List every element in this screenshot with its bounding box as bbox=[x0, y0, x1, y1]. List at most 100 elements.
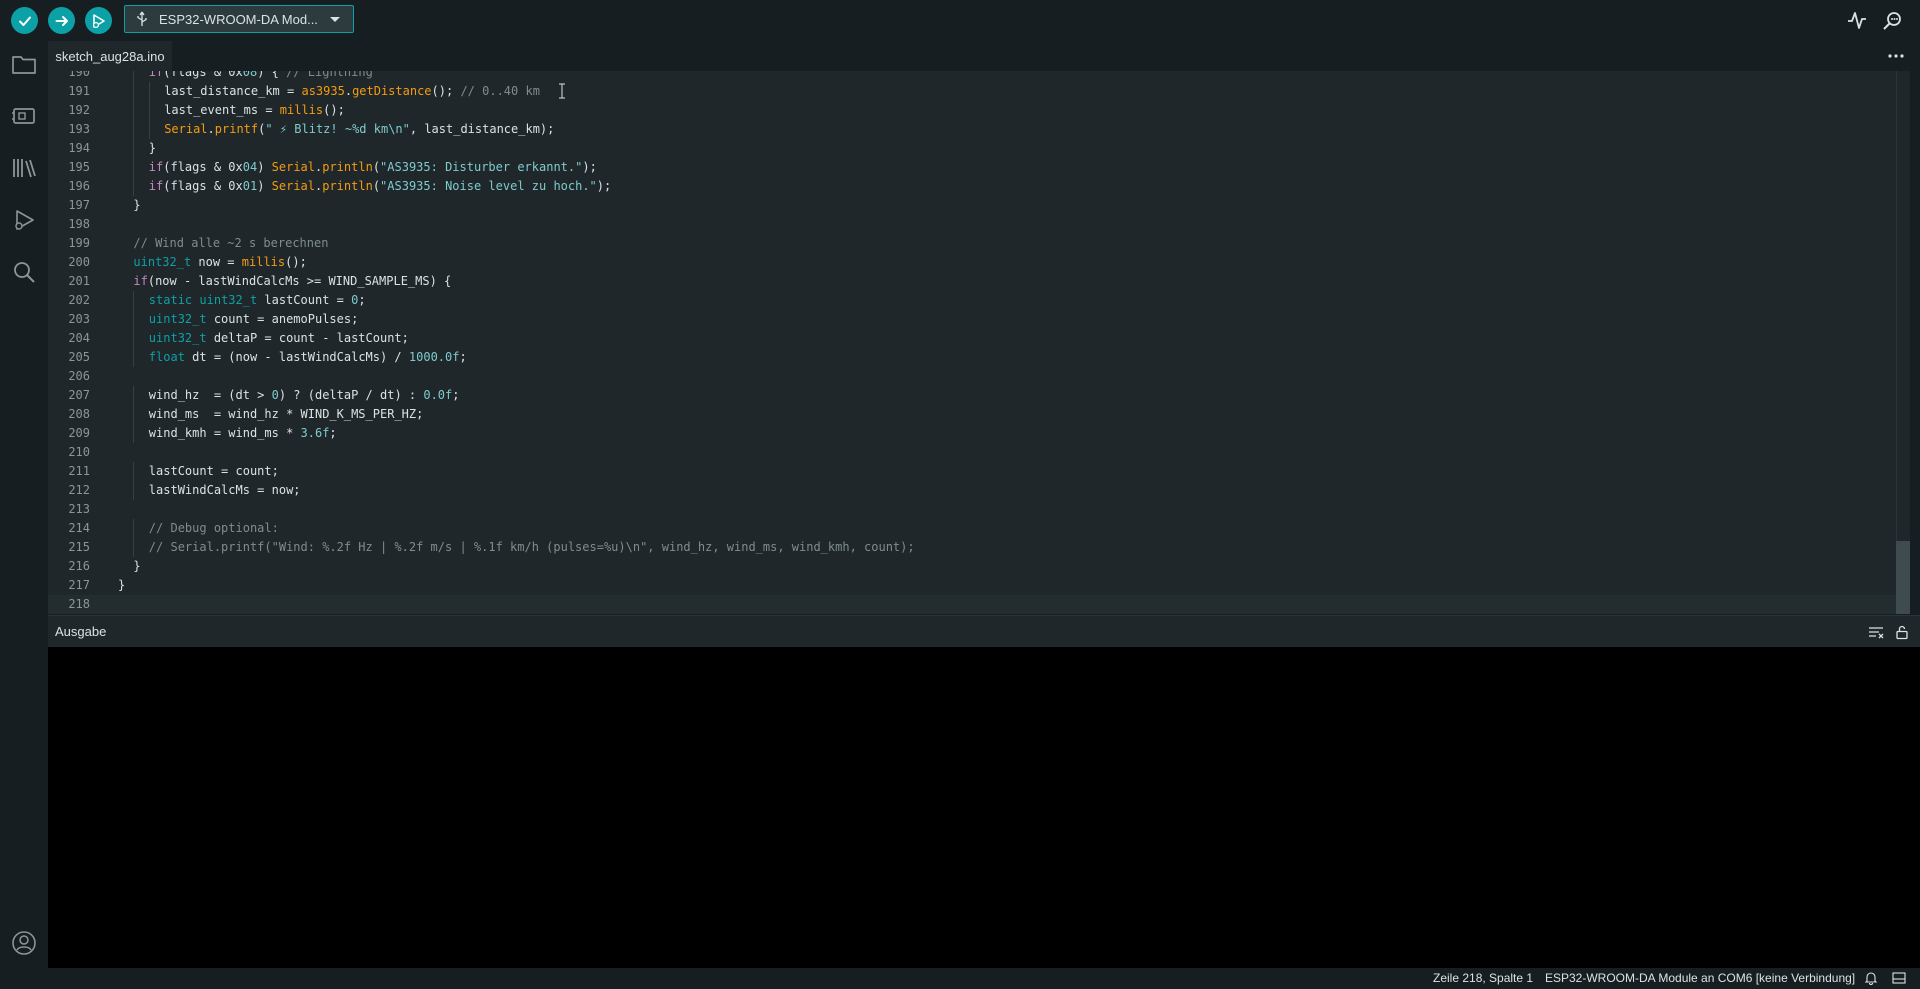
code-line[interactable]: 212 lastWindCalcMs = now; bbox=[48, 481, 1910, 500]
code-line[interactable]: 216} bbox=[48, 557, 1910, 576]
code-line[interactable]: 202 static uint32_t lastCount = 0; bbox=[48, 291, 1910, 310]
code-line[interactable]: 206 bbox=[48, 367, 1910, 386]
code-line[interactable]: 197} bbox=[48, 196, 1910, 215]
code-line[interactable]: 203 uint32_t count = anemoPulses; bbox=[48, 310, 1910, 329]
code-token: (flags & 0x bbox=[163, 179, 243, 193]
code-text: uint32_t count = anemoPulses; bbox=[149, 310, 359, 329]
code-line[interactable]: 218 bbox=[48, 595, 1910, 614]
library-icon[interactable] bbox=[11, 155, 37, 181]
code-token: now = bbox=[191, 255, 242, 269]
indent-guide bbox=[133, 139, 135, 158]
code-token: printf bbox=[214, 122, 259, 136]
line-number: 207 bbox=[68, 388, 90, 402]
code-token: println bbox=[322, 179, 373, 193]
code-editor[interactable]: 218 217} 216} 215// Serial.printf("Wind: %.… bbox=[48, 71, 1910, 614]
code-token: } bbox=[118, 578, 126, 592]
code-line[interactable]: 195 if(flags & 0x04) Serial.println("AS39… bbox=[48, 158, 1910, 177]
tab-sketch[interactable]: sketch_aug28a.ino bbox=[48, 41, 172, 71]
code-line[interactable]: 190 if(flags & 0x08) { // Lightning bbox=[48, 71, 1910, 82]
code-token: (); bbox=[323, 103, 345, 117]
code-token: "AS3935: Noise level zu hoch." bbox=[380, 179, 597, 193]
tab-bar: sketch_aug28a.ino bbox=[48, 41, 1920, 71]
code-text: float dt = (now - lastWindCalcMs) / 1000… bbox=[149, 348, 467, 367]
more-options-icon[interactable] bbox=[1886, 47, 1906, 65]
code-token: } bbox=[133, 198, 141, 212]
code-token: (flags & 0x bbox=[163, 160, 243, 174]
toggle-output-icon[interactable] bbox=[1892, 971, 1906, 985]
code-line[interactable]: 214 // Debug optional: bbox=[48, 519, 1910, 538]
code-token: lastWindCalcMs = now; bbox=[148, 483, 301, 497]
code-line[interactable]: 199 // Wind alle ~2 s berechnen bbox=[48, 234, 1910, 253]
code-line[interactable]: 208 wind_ms = wind_hz * WIND_K_MS_PER_HZ; bbox=[48, 405, 1910, 424]
code-line[interactable]: 204 uint32_t deltaP = count - lastCount; bbox=[48, 329, 1910, 348]
search-icon[interactable] bbox=[11, 259, 37, 285]
code-token: millis bbox=[279, 103, 324, 117]
editor-scrollbar-thumb[interactable] bbox=[1896, 541, 1910, 614]
code-text: if(flags & 0x01) Serial.println("AS3935:… bbox=[149, 177, 611, 196]
editor-scrollbar[interactable] bbox=[1896, 71, 1910, 614]
code-token: uint32_t bbox=[148, 312, 207, 326]
line-number: 190 bbox=[68, 71, 90, 79]
code-line[interactable]: 215 // Serial.printf("Wind: %.2f Hz | %.2… bbox=[48, 538, 1910, 557]
code-token: getDistance bbox=[352, 84, 432, 98]
code-text: static uint32_t lastCount = 0; bbox=[149, 291, 366, 310]
line-number: 204 bbox=[68, 331, 90, 345]
code-line[interactable]: 201 if(now - lastWindCalcMs >= WIND_SAMPL… bbox=[48, 272, 1910, 291]
code-line[interactable]: 213 bbox=[48, 500, 1910, 519]
serial-plotter-icon[interactable] bbox=[1846, 9, 1868, 31]
indent-guide bbox=[133, 291, 135, 310]
scroll-lock-icon[interactable] bbox=[1894, 624, 1910, 640]
code-line[interactable]: 200 uint32_t now = millis(); bbox=[48, 253, 1910, 272]
code-line[interactable]: 194} bbox=[48, 139, 1910, 158]
line-number: 200 bbox=[68, 255, 90, 269]
code-token: ); bbox=[596, 179, 612, 193]
output-console[interactable] bbox=[48, 647, 1920, 968]
debug-icon[interactable] bbox=[11, 207, 37, 233]
debug-button[interactable] bbox=[85, 7, 112, 34]
board-connection-status[interactable]: ESP32-WROOM-DA Module an COM6 [keine Ver… bbox=[1545, 971, 1855, 985]
code-line[interactable]: 207 wind_hz = (dt > 0) ? (deltaP / dt) : … bbox=[48, 386, 1910, 405]
board-selector[interactable]: ESP32-WROOM-DA Mod... bbox=[124, 5, 354, 33]
code-text: wind_ms = wind_hz * WIND_K_MS_PER_HZ; bbox=[149, 405, 424, 424]
code-token: dt = (now - lastWindCalcMs) / bbox=[184, 350, 409, 364]
code-token: ; bbox=[452, 388, 460, 402]
verify-button[interactable] bbox=[11, 7, 38, 34]
board-manager-icon[interactable] bbox=[11, 103, 37, 129]
code-token: } bbox=[148, 141, 157, 155]
indent-guide bbox=[133, 348, 135, 367]
code-token: last_distance_km = bbox=[164, 84, 302, 98]
clear-output-icon[interactable] bbox=[1868, 624, 1884, 640]
code-line[interactable]: 192 last_event_ms = millis(); bbox=[48, 101, 1910, 120]
sidebar bbox=[0, 41, 47, 989]
upload-button[interactable] bbox=[48, 7, 75, 34]
line-number: 203 bbox=[68, 312, 90, 326]
serial-monitor-icon[interactable] bbox=[1881, 9, 1903, 31]
code-token: 3.6f bbox=[300, 426, 330, 440]
code-line[interactable]: 196 if(flags & 0x01) Serial.println("AS39… bbox=[48, 177, 1910, 196]
code-line[interactable]: 217} bbox=[48, 576, 1910, 595]
bell-icon[interactable] bbox=[1864, 971, 1878, 985]
code-line[interactable]: 193 Serial.printf(" ⚡ Blitz! ~%d km\n", l… bbox=[48, 120, 1910, 139]
folder-icon[interactable] bbox=[11, 51, 37, 77]
code-token: " ⚡ Blitz! ~%d km\n" bbox=[265, 122, 410, 136]
indent-guide bbox=[148, 101, 150, 120]
code-token: 0 bbox=[271, 388, 279, 402]
account-icon[interactable] bbox=[11, 930, 37, 956]
indent-guide bbox=[133, 120, 135, 139]
code-token: // Serial.printf("Wind: %.2f Hz | %.2f m… bbox=[148, 540, 915, 554]
code-line[interactable]: 211 lastCount = count; bbox=[48, 462, 1910, 481]
code-token: 08 bbox=[242, 71, 258, 79]
line-number: 208 bbox=[68, 407, 90, 421]
mouse-cursor-icon bbox=[559, 83, 565, 99]
code-text: last_event_ms = millis(); bbox=[164, 101, 345, 120]
code-line[interactable]: 198 bbox=[48, 215, 1910, 234]
code-token: ); bbox=[582, 160, 597, 174]
code-line[interactable]: 210 bbox=[48, 443, 1910, 462]
code-line[interactable]: 209 wind_kmh = wind_ms * 3.6f; bbox=[48, 424, 1910, 443]
line-number: 199 bbox=[68, 236, 90, 250]
code-line[interactable]: 191 last_distance_km = as3935.getDistance… bbox=[48, 82, 1910, 101]
code-line[interactable]: 205 float dt = (now - lastWindCalcMs) / 1… bbox=[48, 348, 1910, 367]
line-number: 211 bbox=[68, 464, 90, 478]
code-text: // Wind alle ~2 s berechnen bbox=[133, 234, 328, 253]
code-token: last_event_ms = bbox=[164, 103, 280, 117]
